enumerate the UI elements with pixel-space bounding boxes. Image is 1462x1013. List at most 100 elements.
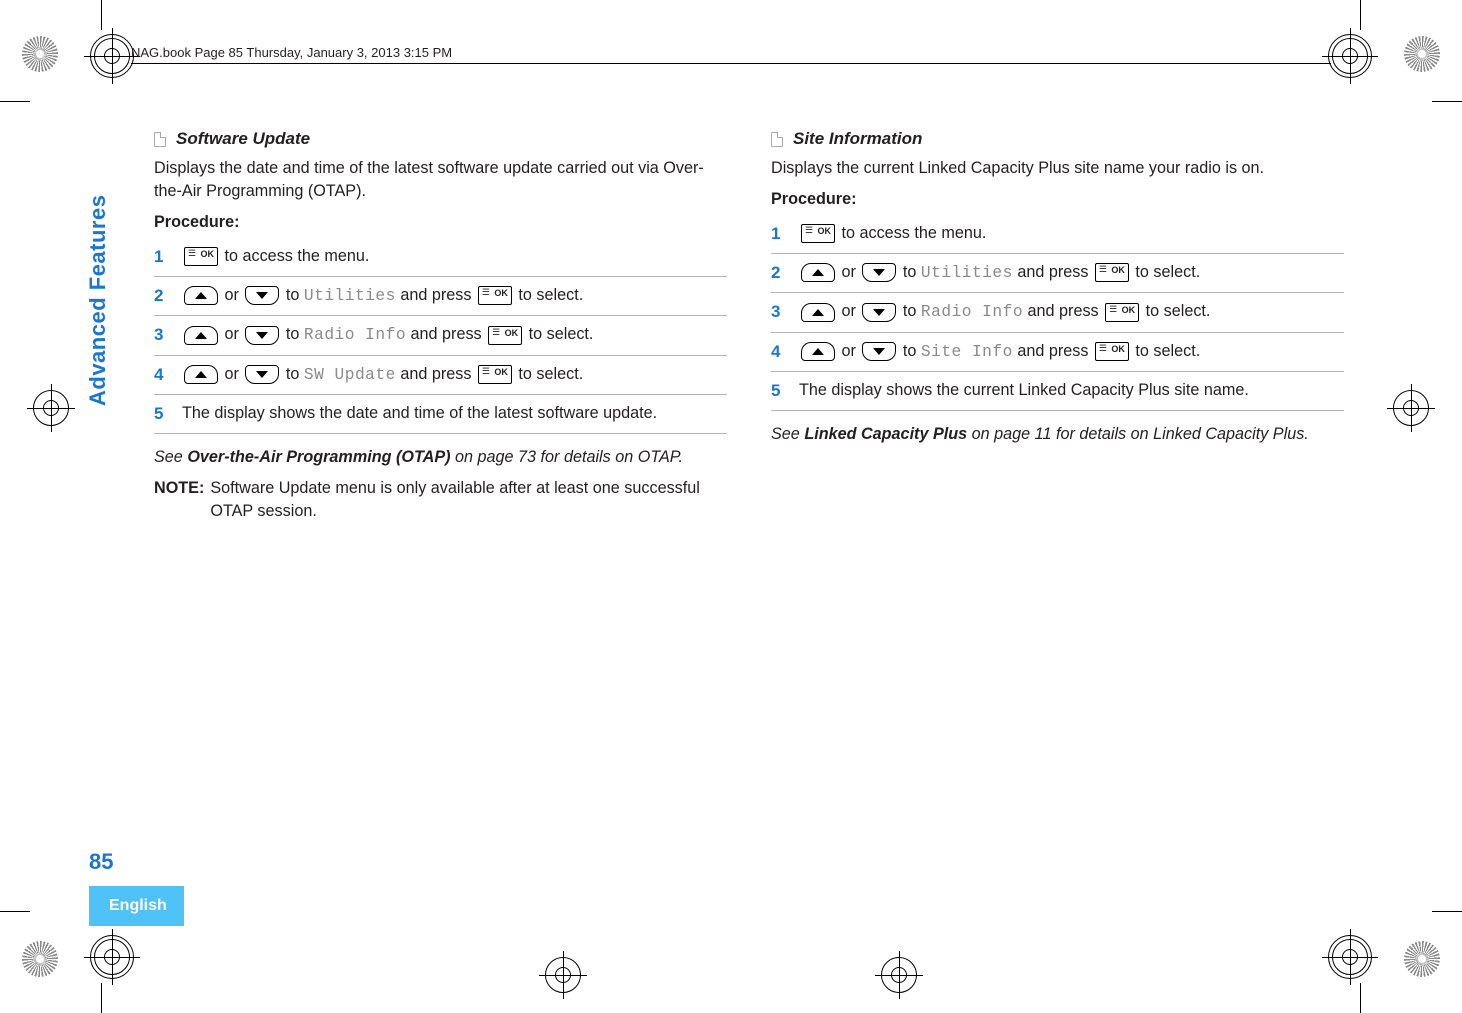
step-body: or to Radio Info and press to select. bbox=[182, 323, 727, 347]
reference-text: See Over-the-Air Programming (OTAP) on p… bbox=[154, 446, 727, 469]
menu-name: Radio Info bbox=[304, 326, 406, 344]
ok-key-icon bbox=[478, 365, 512, 384]
step-1: 1 to access the menu. bbox=[771, 215, 1344, 254]
down-key-icon bbox=[245, 286, 279, 305]
language-label: English bbox=[109, 897, 167, 915]
crop-mark bbox=[101, 983, 102, 1013]
ref-title: Over-the-Air Programming (OTAP) bbox=[187, 448, 450, 466]
intro-text: Displays the date and time of the latest… bbox=[154, 157, 727, 203]
up-key-icon bbox=[184, 286, 218, 305]
step-number: 4 bbox=[771, 340, 785, 364]
registration-mark-icon bbox=[33, 390, 69, 426]
step-body: or to Utilities and press to select. bbox=[799, 261, 1344, 285]
up-key-icon bbox=[801, 342, 835, 361]
note-label: NOTE: bbox=[154, 477, 204, 523]
step-text: to bbox=[898, 302, 921, 320]
registration-mark-icon bbox=[1393, 390, 1429, 426]
note-text: Software Update menu is only available a… bbox=[210, 477, 727, 523]
step-text: to select. bbox=[1131, 263, 1200, 281]
step-number: 5 bbox=[771, 379, 785, 403]
step-text: or bbox=[837, 342, 860, 360]
section-heading: Site Information bbox=[771, 127, 1344, 151]
menu-name: Utilities bbox=[304, 287, 396, 305]
ok-key-icon bbox=[478, 286, 512, 305]
right-column: Site Information Displays the current Li… bbox=[771, 127, 1344, 523]
down-key-icon bbox=[862, 303, 896, 322]
step-number: 4 bbox=[154, 363, 168, 387]
crop-mark bbox=[1432, 911, 1462, 912]
step-3: 3 or to Radio Info and press to select. bbox=[771, 293, 1344, 332]
section-label: Advanced Features bbox=[85, 96, 111, 406]
crop-mark bbox=[101, 0, 102, 30]
ok-key-icon bbox=[1095, 263, 1129, 282]
step-2: 2 or to Utilities and press to select. bbox=[771, 254, 1344, 293]
sunburst-icon bbox=[22, 941, 58, 977]
intro-text: Displays the current Linked Capacity Plu… bbox=[771, 157, 1344, 180]
ok-key-icon bbox=[184, 247, 218, 266]
up-key-icon bbox=[184, 326, 218, 345]
step-number: 5 bbox=[154, 402, 168, 426]
up-key-icon bbox=[801, 303, 835, 322]
crop-mark bbox=[0, 911, 30, 912]
step-body: to access the menu. bbox=[182, 245, 727, 268]
step-text: and press bbox=[1023, 302, 1103, 320]
page-number: 85 bbox=[89, 849, 113, 875]
registration-mark-icon bbox=[881, 957, 917, 993]
step-text: to access the menu. bbox=[220, 247, 369, 265]
step-body: or to Radio Info and press to select. bbox=[799, 300, 1344, 324]
registration-mark-icon bbox=[1328, 34, 1372, 78]
step-text: or bbox=[837, 263, 860, 281]
heading-text: Site Information bbox=[793, 127, 922, 151]
ok-key-icon bbox=[1095, 342, 1129, 361]
step-number: 2 bbox=[771, 261, 785, 285]
step-text: or bbox=[220, 365, 243, 383]
section-heading: Software Update bbox=[154, 127, 727, 151]
step-text: or bbox=[220, 286, 243, 304]
heading-text: Software Update bbox=[176, 127, 310, 151]
ok-key-icon bbox=[1105, 303, 1139, 322]
menu-name: Site Info bbox=[921, 343, 1013, 361]
down-key-icon bbox=[862, 263, 896, 282]
step-text: The display shows the date and time of t… bbox=[182, 402, 727, 425]
sunburst-icon bbox=[22, 36, 58, 72]
document-icon bbox=[771, 132, 783, 147]
step-number: 1 bbox=[771, 222, 785, 246]
step-4: 4 or to SW Update and press to select. bbox=[154, 356, 727, 395]
step-text: and press bbox=[1013, 263, 1093, 281]
step-text: to bbox=[898, 342, 921, 360]
crop-mark bbox=[0, 101, 30, 102]
page-header: NAG.book Page 85 Thursday, January 3, 20… bbox=[131, 45, 452, 60]
ref-post: on page 73 for details on OTAP. bbox=[451, 448, 683, 466]
step-1: 1 to access the menu. bbox=[154, 238, 727, 277]
ref-pre: See bbox=[771, 425, 804, 443]
step-text: The display shows the current Linked Cap… bbox=[799, 379, 1344, 402]
content-area: Software Update Displays the date and ti… bbox=[154, 127, 1344, 523]
step-number: 3 bbox=[771, 300, 785, 324]
ok-key-icon bbox=[801, 224, 835, 243]
registration-mark-icon bbox=[90, 34, 134, 78]
step-number: 2 bbox=[154, 284, 168, 308]
step-5: 5 The display shows the date and time of… bbox=[154, 395, 727, 434]
menu-name: Radio Info bbox=[921, 303, 1023, 321]
step-4: 4 or to Site Info and press to select. bbox=[771, 333, 1344, 372]
step-text: to bbox=[898, 263, 921, 281]
registration-mark-icon bbox=[545, 957, 581, 993]
menu-name: Utilities bbox=[921, 264, 1013, 282]
note-block: NOTE: Software Update menu is only avail… bbox=[154, 477, 727, 523]
reference-text: See Linked Capacity Plus on page 11 for … bbox=[771, 423, 1344, 446]
step-text: to access the menu. bbox=[837, 224, 986, 242]
up-key-icon bbox=[801, 263, 835, 282]
ref-pre: See bbox=[154, 448, 187, 466]
step-text: to bbox=[281, 325, 304, 343]
step-text: to select. bbox=[1131, 342, 1200, 360]
step-body: to access the menu. bbox=[799, 222, 1344, 245]
step-text: to select. bbox=[1141, 302, 1210, 320]
sunburst-icon bbox=[1404, 941, 1440, 977]
step-body: or to Utilities and press to select. bbox=[182, 284, 727, 308]
step-2: 2 or to Utilities and press to select. bbox=[154, 277, 727, 316]
step-text: to bbox=[281, 365, 304, 383]
sunburst-icon bbox=[1404, 36, 1440, 72]
ref-title: Linked Capacity Plus bbox=[804, 425, 967, 443]
step-text: or bbox=[837, 302, 860, 320]
crop-mark bbox=[1432, 101, 1462, 102]
